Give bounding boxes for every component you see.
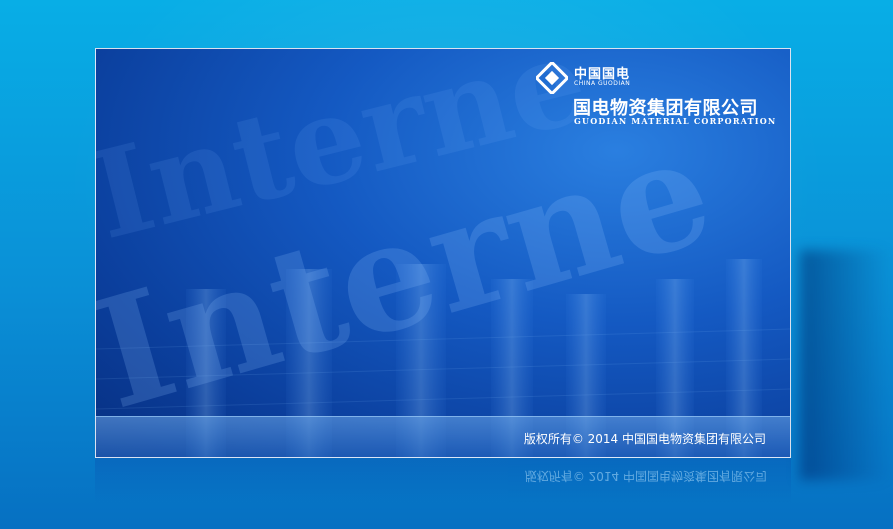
brand-en-short: CHINA GUODIAN [574,80,631,87]
copyright-text: 版权所有© 2014 中国国电物资集团有限公司 [523,432,766,446]
footer-bar: 版权所有© 2014 中国国电物资集团有限公司 [96,416,790,457]
splash-panel: Interne Interne 中国国电 CHINA GUODIAN 国电物资集… [95,48,791,458]
company-logo: 中国国电 CHINA GUODIAN 国电物资集团有限公司 GUODIAN MA… [536,61,776,131]
brand-en-full: GUODIAN MATERIAL CORPORATION [574,116,777,126]
panel-shadow [800,250,890,480]
panel-reflection: 版权所有© 2014 中国国电物资集团有限公司 [95,458,791,503]
copyright-reflection: 版权所有© 2014 中国国电物资集团有限公司 [524,469,767,483]
guodian-logo-icon [536,62,568,94]
